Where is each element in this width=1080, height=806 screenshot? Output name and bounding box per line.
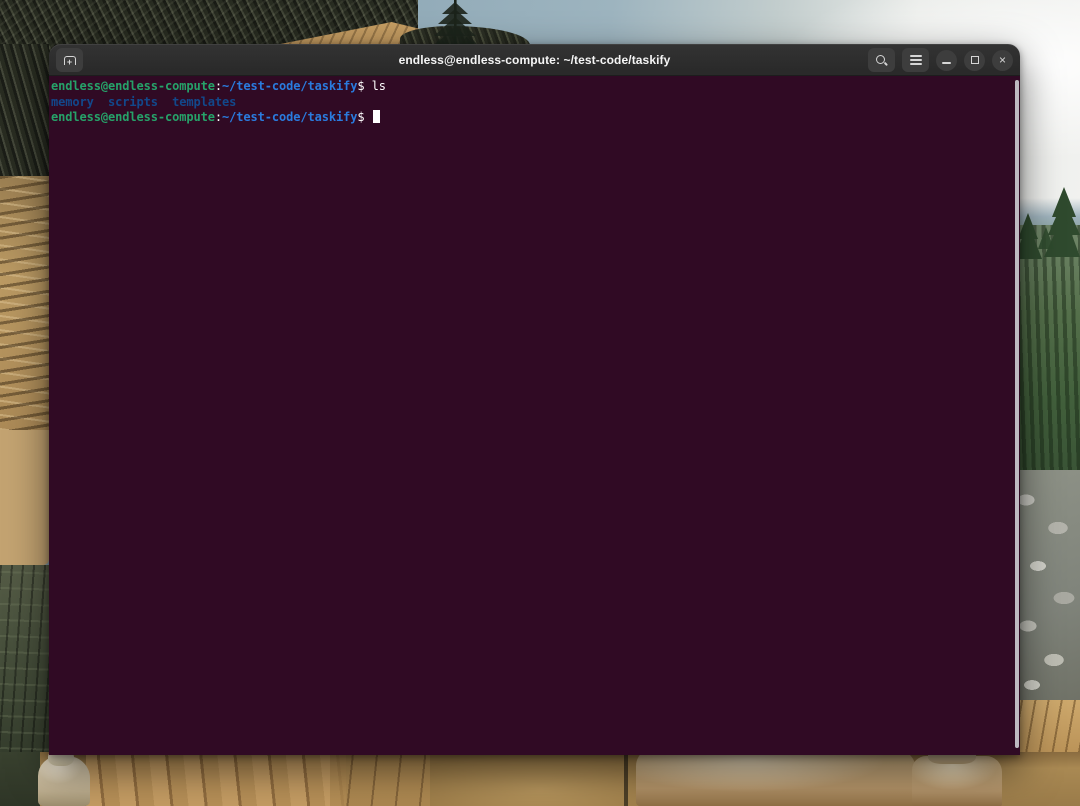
maximize-icon [971,56,979,64]
pine-tree-silhouette [428,0,498,50]
close-icon: × [999,54,1006,66]
terminal-text-segment: scripts [108,95,158,109]
dark-corner [0,752,40,806]
headerbar[interactable]: endless@endless-compute: ~/test-code/tas… [49,44,1020,76]
terminal-text-segment: memory [51,95,94,109]
new-tab-button[interactable] [56,48,83,72]
log-beam [0,430,49,565]
terminal-text-segment [94,95,108,109]
terminal-screen[interactable]: endless@endless-compute:~/test-code/task… [49,76,1020,755]
maximize-button[interactable] [964,50,985,71]
terminal-lines: endless@endless-compute:~/test-code/task… [49,76,1020,126]
plank-fence [86,752,346,806]
hamburger-menu-icon [910,55,922,65]
terminal-text-segment: templates [172,95,236,109]
desktop: endless@endless-compute: ~/test-code/tas… [0,0,1080,806]
terminal-text-segment: $ [357,110,371,124]
terminal-text-segment: ls [372,79,386,93]
terminal-cursor [373,110,380,123]
shingle-pile [0,176,49,430]
green-shingles [0,565,49,765]
twig-roof-left [0,44,49,176]
pine-forest [1014,225,1080,475]
terminal-line: endless@endless-compute:~/test-code/task… [51,110,1012,126]
tab-new-icon [64,56,76,65]
sandy-ground [430,752,650,806]
terminal-text-segment: : [215,110,222,124]
terminal-text-segment: $ [357,79,371,93]
minimize-button[interactable] [936,50,957,71]
terminal-text-segment: ~/test-code/taskify [222,110,357,124]
terminal-text-segment [158,95,172,109]
terminal-line: memory scripts templates [51,95,1012,111]
rocky-scree [1014,470,1080,705]
terminal-text-segment: ~/test-code/taskify [222,79,357,93]
large-stone [636,748,916,806]
search-button[interactable] [868,48,895,72]
menu-button[interactable] [902,48,929,72]
thin-pole [624,752,628,806]
terminal-text-segment: : [215,79,222,93]
magnifier-icon [875,54,888,67]
terminal-text-segment: endless@endless-compute [51,79,215,93]
terminal-window: endless@endless-compute: ~/test-code/tas… [49,44,1020,755]
terminal-scrollbar[interactable] [1015,80,1019,748]
minimize-icon [942,62,951,64]
terminal-text-segment: endless@endless-compute [51,110,215,124]
terminal-line: endless@endless-compute:~/test-code/task… [51,79,1012,95]
close-button[interactable]: × [992,50,1013,71]
